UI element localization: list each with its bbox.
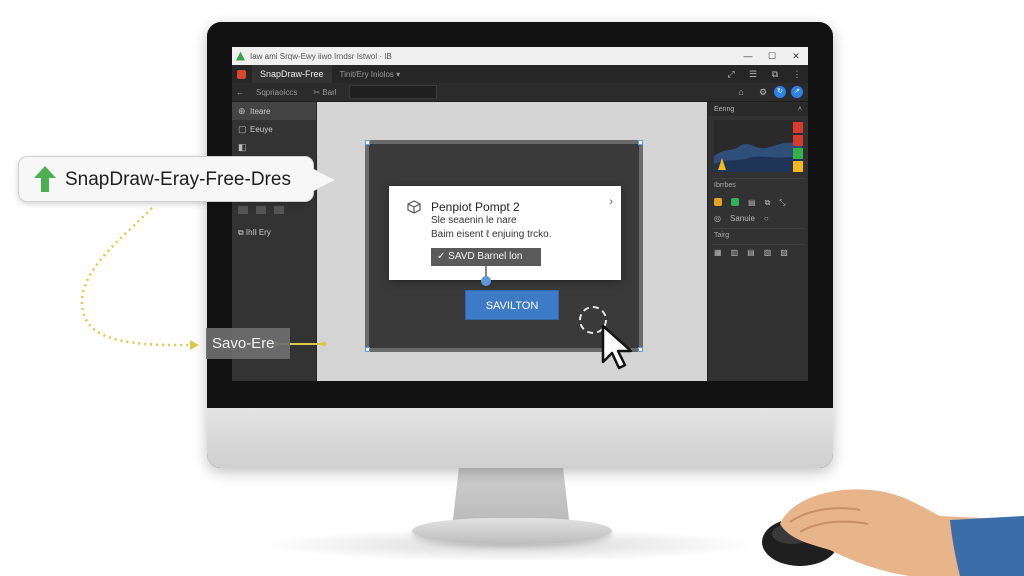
tool-icon[interactable]: ▤ — [748, 198, 756, 208]
section-label-1: Ibrrbes — [714, 182, 736, 189]
minimize-button[interactable]: — — [736, 51, 760, 61]
toggle-icon[interactable]: ◎ — [714, 214, 721, 223]
resize-handle[interactable] — [638, 347, 643, 352]
nav-label[interactable]: Sqpriaoiccs — [248, 88, 305, 97]
pointer-line — [481, 266, 491, 286]
tool-label[interactable]: ✂ Barl — [305, 88, 344, 97]
resize-handle[interactable] — [365, 140, 370, 145]
divider — [712, 178, 805, 179]
sync-icon[interactable]: ↻ — [774, 86, 786, 98]
section-label-3: Tairg — [714, 232, 730, 239]
swatch-yellow[interactable] — [793, 161, 803, 172]
dialog-close-icon[interactable]: › — [609, 196, 613, 208]
dialog-confirm-button[interactable]: ✓ SAVD Barnel lon — [431, 248, 541, 266]
tool-icon[interactable]: ▤ — [747, 248, 755, 257]
panel-tool-row-1: ▤ ⧉ ⤡ — [714, 198, 786, 208]
menu-icon[interactable]: ☰ — [742, 69, 764, 80]
sidebar-item-1[interactable]: ▢ Eeuye — [232, 120, 316, 138]
swatch-green[interactable] — [793, 148, 803, 159]
resize-handle[interactable] — [365, 347, 370, 352]
swatch-red[interactable] — [793, 122, 803, 133]
sidebar-item-label: Iteare — [250, 106, 271, 116]
sidebar-item-2[interactable]: ◧ — [232, 138, 316, 156]
dialog-message-line-1: Sle seaenin le nare — [431, 215, 517, 226]
right-panel-title: Eenng — [714, 105, 735, 113]
swatch-red[interactable] — [793, 135, 803, 146]
mouse-cursor-icon — [601, 324, 633, 370]
hand-on-mouse — [762, 489, 1024, 576]
color-graph-preview — [714, 120, 802, 172]
up-arrow-icon — [34, 166, 56, 192]
radio-icon[interactable]: ○ — [764, 214, 769, 223]
divider — [712, 228, 805, 229]
panel-tool-row-3: ▦ ▥ ▤ ▧ ▨ — [714, 248, 788, 257]
prompt-dialog: Penpiot Pompt 2 › Sle seaenin le nare Ba… — [389, 186, 621, 286]
copy-icon[interactable]: ⧉ — [764, 69, 786, 80]
tab-snapdraw[interactable]: SnapDraw-Free — [252, 65, 332, 83]
app-logo-icon — [236, 51, 245, 61]
panel-tool-row-2: ◎ Sanuie ○ — [714, 214, 769, 223]
sidebar-item-0[interactable]: ⊕ Iteare — [232, 102, 316, 120]
share-icon[interactable]: ↗ — [791, 86, 803, 98]
dialog-message-line-2: Baim eisent ℓ enjuing trcko. — [431, 229, 552, 240]
tab-bar: SnapDraw-Free Tinit/Ery Iniolos ▾ ⤢ ☰ ⧉ … — [232, 65, 808, 83]
save-button[interactable]: SAVILTON — [465, 290, 559, 320]
add-layer-icon: ⊕ — [238, 105, 246, 116]
sidebar-tool-icons — [238, 206, 284, 214]
tool-icon[interactable] — [256, 206, 266, 214]
scene: Iaw ami Srqw-Ewy iiwo Irndsr Istwol · IB… — [0, 0, 1024, 576]
tool-icon[interactable]: ▦ — [714, 248, 722, 257]
more-icon[interactable]: ⋮ — [786, 69, 808, 80]
tool-icon[interactable]: ⤡ — [779, 198, 785, 208]
tab-secondary[interactable]: Tinit/Ery Iniolos ▾ — [332, 70, 409, 79]
tool-icon[interactable]: ▧ — [764, 248, 772, 257]
tool-icon[interactable]: ▥ — [731, 248, 739, 257]
artboard[interactable]: Penpiot Pompt 2 › Sle seaenin le nare Ba… — [365, 140, 643, 370]
dialog-title: Penpiot Pompt 2 — [431, 200, 520, 214]
tool-icon[interactable] — [238, 206, 248, 214]
close-button[interactable]: ✕ — [784, 51, 808, 62]
settings-icon[interactable]: ⚙ — [752, 87, 774, 98]
tool-chip-icon[interactable] — [714, 198, 722, 206]
tool-icon[interactable]: ⧉ — [765, 198, 771, 208]
divider — [712, 244, 805, 245]
resize-handle[interactable] — [638, 140, 643, 145]
monitor-stand-base — [412, 518, 612, 544]
frame-icon: ▢ — [238, 123, 247, 134]
right-panel-header: Eenng ˄ — [708, 102, 808, 116]
design-canvas[interactable]: Penpiot Pompt 2 › Sle seaenin le nare Ba… — [317, 102, 707, 381]
collapse-icon[interactable]: ˄ — [798, 106, 802, 113]
tool-row: ← Sqpriaoiccs ✂ Barl ⌂ ⚙ ↻ ↗ — [232, 83, 808, 102]
tool-chip-icon[interactable] — [731, 198, 739, 206]
section-label-2: Sanuie — [729, 214, 755, 223]
right-panel: Eenng ˄ Ibrrbes ▤ ⧉ ⤡ ◎ Sanuie ○ Tairg ▦… — [707, 102, 808, 381]
save-annotation-label: Savo-Ere — [206, 328, 290, 359]
monitor-chin — [207, 408, 833, 468]
tool-icon[interactable]: ▨ — [780, 248, 788, 257]
panel-icon: ◧ — [238, 141, 247, 152]
callout-text: SnapDraw-Eray-Free-Dres — [65, 169, 291, 190]
color-swatches — [793, 122, 803, 174]
app-name-callout: SnapDraw-Eray-Free-Dres — [18, 156, 314, 202]
tool-icon[interactable] — [274, 206, 284, 214]
tab-app-icon — [237, 69, 246, 79]
expand-icon[interactable]: ⤢ — [720, 69, 742, 80]
back-arrow-icon[interactable]: ← — [232, 88, 248, 97]
window-titlebar: Iaw ami Srqw-Ewy iiwo Irndsr Istwol · IB… — [232, 47, 808, 65]
lock-icon[interactable]: ⌂ — [730, 87, 752, 97]
package-icon — [407, 200, 421, 214]
app-window: Iaw ami Srqw-Ewy iiwo Irndsr Istwol · IB… — [232, 47, 808, 381]
address-field[interactable] — [348, 85, 437, 99]
sidebar-footer-item[interactable]: ⧉ IhIl Ery — [232, 224, 317, 242]
window-title: Iaw ami Srqw-Ewy iiwo Irndsr Istwol · IB — [250, 51, 392, 61]
maximize-button[interactable]: ☐ — [760, 51, 784, 62]
sidebar-item-label: Eeuye — [250, 124, 273, 134]
